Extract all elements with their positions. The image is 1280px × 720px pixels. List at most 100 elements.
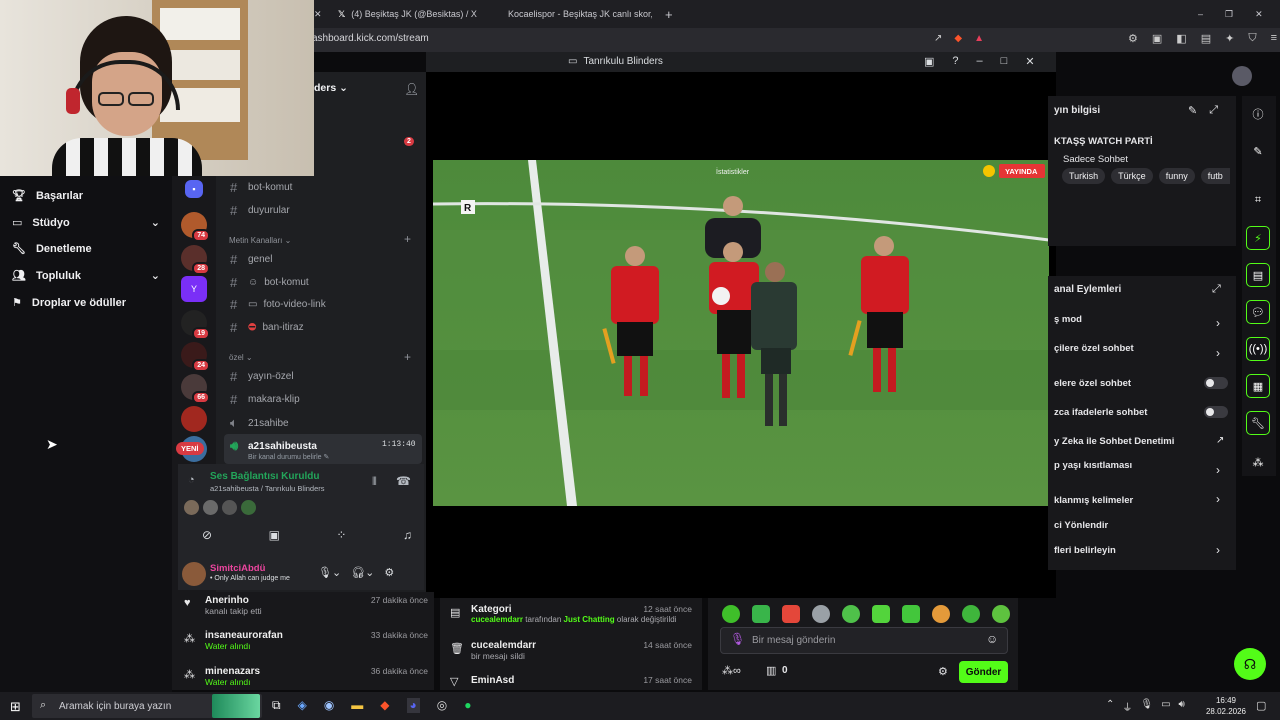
channel-yayin-ozel[interactable]: # yayın-özel [230, 369, 294, 384]
channel-duyurular[interactable]: # duyurular [230, 203, 290, 218]
volume-icon[interactable]: 🔊︎ [1179, 699, 1185, 714]
toggle-switch[interactable] [1204, 377, 1228, 389]
camera-off-icon[interactable]: ⊘ [202, 528, 212, 542]
brave-shield-icon[interactable]: ◆ [954, 33, 962, 44]
notifications-icon[interactable]: ▢ [1256, 699, 1266, 712]
minimize-icon[interactable]: – [1198, 9, 1203, 19]
chevron-up-icon[interactable]: ⌃ [1106, 699, 1114, 714]
chat-settings-icon[interactable]: ⚙ [938, 665, 948, 678]
emote-icon[interactable] [752, 605, 770, 623]
brave-icon[interactable]: ◆ [380, 698, 389, 713]
grid-icon[interactable]: ▦ [1246, 374, 1270, 398]
disconnect-icon[interactable]: ☎︎ [396, 474, 411, 488]
popout-icon[interactable]: ⤢ [1209, 104, 1218, 117]
nav-studio[interactable]: ▭ Stüdyo ⌄ [12, 216, 160, 230]
maximize-icon[interactable]: □ [1001, 55, 1008, 68]
channel-foto-video-link[interactable]: # ▭ foto-video-link [230, 297, 326, 312]
sidebar-icon[interactable]: ◧ [1176, 32, 1186, 45]
broadcast-icon[interactable]: ((•)) [1246, 337, 1270, 361]
new-tab-button[interactable]: + [665, 4, 673, 24]
participant-avatar[interactable] [184, 500, 199, 515]
crop-icon[interactable]: ⌗ [1246, 188, 1270, 212]
emote-icon[interactable] [962, 605, 980, 623]
headphones-icon[interactable]: 🎧︎⌄ [351, 566, 374, 579]
emote-icon[interactable] [992, 605, 1010, 623]
rewards-icon[interactable]: ▲ [974, 33, 984, 44]
store-icon[interactable]: ▥ [766, 664, 776, 677]
share-icon[interactable]: ↗ [934, 33, 942, 44]
emote-icon[interactable] [812, 605, 830, 623]
invite-people-icon[interactable]: 👤︎ [404, 82, 419, 96]
emoji-picker-icon[interactable]: ☺ [986, 632, 998, 646]
external-link-icon[interactable]: ↗ [1216, 435, 1224, 446]
voice-connected-label[interactable]: Ses Bağlantısı Kuruldu [210, 471, 319, 482]
add-channel-icon[interactable]: + [404, 350, 411, 364]
tag[interactable]: Türkçe [1111, 168, 1153, 184]
server-icon[interactable]: 66 [181, 374, 210, 404]
microphone-icon[interactable]: 🎙︎⌄ [318, 566, 341, 579]
server-title[interactable]: ders ⌄ [314, 82, 348, 94]
task-view-icon[interactable]: ⧉ [272, 698, 281, 713]
browser-tab-livescore[interactable]: Kocaelispor - Beşiktaş JK canlı skor, b [502, 4, 652, 24]
toggle-switch[interactable] [1204, 406, 1228, 418]
points-icon[interactable]: ⁂∞ [722, 664, 741, 677]
tag[interactable]: futb [1200, 168, 1230, 184]
nav-moderation[interactable]: 🔧︎ Denetleme [12, 242, 92, 256]
popout-icon[interactable]: ⤢ [1212, 283, 1221, 296]
microphone-icon[interactable]: 🎙︎ [1140, 699, 1153, 714]
add-channel-icon[interactable]: + [404, 232, 411, 246]
chevron-right-icon[interactable]: › [1216, 543, 1220, 557]
close-window-icon[interactable]: ✕ [1255, 9, 1263, 20]
community-icon[interactable]: ⁂ [1246, 450, 1270, 474]
noise-suppression-icon[interactable]: ⦀ [372, 476, 377, 489]
channel-bot-komut[interactable]: # bot-komut [230, 180, 292, 195]
menu-icon[interactable]: ≡ [1271, 32, 1277, 45]
soundboard-icon[interactable]: ♫ [403, 528, 412, 542]
log-item[interactable]: Kategori 12 saat önce cucealemdarr tarafı… [450, 604, 692, 624]
emote-icon[interactable] [842, 605, 860, 623]
channel-21sahibe[interactable]: 🔈︎ 21sahibe [230, 415, 289, 431]
browser-tab-twitter[interactable]: 𝕏 (4) Beşiktaş JK (@Besiktas) / X [338, 4, 488, 24]
wrench-icon[interactable]: 🔧︎ [1246, 411, 1270, 435]
setting-row[interactable]: y Zeka ile Sohbet Denetimi [1054, 436, 1174, 447]
steam-icon[interactable]: ◉ [324, 698, 334, 713]
avatar[interactable] [182, 562, 206, 586]
channel-bot-komut-2[interactable]: # ☺ bot-komut [230, 275, 309, 290]
log-item[interactable]: cucealemdarr 14 saat önce bir mesajı sild… [450, 640, 692, 661]
participant-avatar[interactable] [241, 500, 256, 515]
file-explorer-icon[interactable]: ▬ [351, 698, 363, 713]
lightning-icon[interactable]: ⚡︎ [1246, 226, 1270, 250]
windows-start-icon[interactable]: ⊞ [10, 699, 21, 715]
participant-avatar[interactable] [203, 500, 218, 515]
discord-icon[interactable]: ◕ [406, 698, 420, 713]
network-icon[interactable]: ▭ [1161, 699, 1170, 714]
send-button[interactable]: Gönder [959, 661, 1008, 683]
vpn-icon[interactable]: ⛉ [1248, 32, 1256, 45]
wallet-icon[interactable]: ▣ [1152, 32, 1162, 45]
emote-icon[interactable] [932, 605, 950, 623]
server-icon[interactable]: 24 [181, 342, 210, 372]
help-icon[interactable]: ? [952, 55, 958, 68]
tag[interactable]: Turkish [1062, 168, 1106, 184]
football-match-video[interactable]: R İstatistikler YAYINDA [433, 160, 1049, 506]
setting-row[interactable]: klanmış kelimeler [1054, 495, 1133, 506]
setting-row[interactable]: ci Yönlendir [1054, 520, 1108, 531]
restore-icon[interactable]: ❐ [1225, 9, 1233, 20]
channel-ban-itiraz[interactable]: # ⛔︎ ban-itiraz [230, 320, 304, 335]
server-icon[interactable]: 74 [181, 212, 210, 242]
activity-item[interactable]: Anerinho 27 dakika önce kanalı takip etti… [184, 595, 428, 616]
setting-row[interactable]: ş mod [1054, 314, 1082, 325]
log-item[interactable]: EminAsd 17 saat önce ▽ [450, 675, 692, 688]
close-icon[interactable]: ✕ [1025, 55, 1034, 68]
server-icon[interactable]: Y [181, 276, 207, 302]
document-icon[interactable]: ▤ [1246, 263, 1270, 287]
chevron-right-icon[interactable]: › [1216, 492, 1220, 506]
taskbar-clock[interactable]: 16:49 28.02.2026 [1204, 695, 1248, 717]
activity-item[interactable]: insaneaurorafan 33 dakika önce Water alın… [184, 630, 428, 651]
server-icon[interactable] [181, 406, 207, 432]
minimize-icon[interactable]: – [977, 55, 983, 68]
profile-avatar[interactable] [1232, 66, 1252, 86]
copilot-icon[interactable]: ◈ [298, 698, 307, 713]
settings-gear-icon[interactable]: ⚙ [384, 566, 394, 579]
server-icon[interactable]: 28 [181, 245, 210, 275]
